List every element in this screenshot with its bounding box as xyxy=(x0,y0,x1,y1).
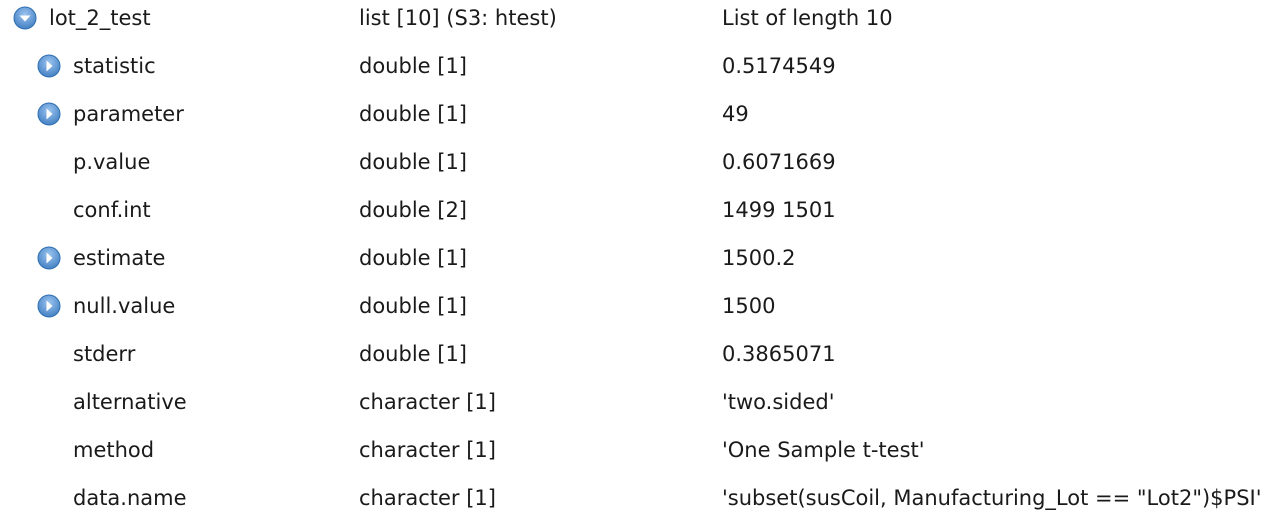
tree-row-value: 'One Sample t-test' xyxy=(722,438,925,462)
tree-row-parameter[interactable]: parameter double [1] 49 xyxy=(0,96,1272,144)
tree-row-alternative[interactable]: alternative character [1] 'two.sided' xyxy=(0,384,1272,432)
tree-row-name: method xyxy=(73,438,155,462)
tree-row-name: lot_2_test xyxy=(49,6,151,30)
tree-row-type: double [1] xyxy=(359,246,467,270)
environment-tree: lot_2_test list [10] (S3: htest) List of… xyxy=(0,0,1272,532)
tree-row-value: 1500 xyxy=(722,294,776,318)
tree-row-name: alternative xyxy=(73,390,187,414)
tree-row-name: p.value xyxy=(73,150,151,174)
tree-row-type: double [2] xyxy=(359,198,467,222)
tree-row-value: 0.3865071 xyxy=(722,342,836,366)
tree-row-type: double [1] xyxy=(359,150,467,174)
tree-row-name: stderr xyxy=(73,342,136,366)
chevron-right-circle-icon[interactable] xyxy=(37,102,61,126)
tree-row-name: statistic xyxy=(73,54,156,78)
tree-row-value: 0.5174549 xyxy=(722,54,836,78)
tree-row-value: 49 xyxy=(722,102,749,126)
tree-row-type: double [1] xyxy=(359,102,467,126)
tree-row-type: double [1] xyxy=(359,54,467,78)
tree-row-name: estimate xyxy=(73,246,166,270)
tree-row-root[interactable]: lot_2_test list [10] (S3: htest) List of… xyxy=(0,0,1272,48)
tree-row-data-name[interactable]: data.name character [1] 'subset(susCoil,… xyxy=(0,480,1272,528)
tree-row-name: data.name xyxy=(73,486,187,510)
tree-row-statistic[interactable]: statistic double [1] 0.5174549 xyxy=(0,48,1272,96)
tree-row-value: 'two.sided' xyxy=(722,390,835,414)
tree-row-name: conf.int xyxy=(73,198,151,222)
tree-row-value: 'subset(susCoil, Manufacturing_Lot == "L… xyxy=(722,486,1262,510)
chevron-right-circle-icon[interactable] xyxy=(37,54,61,78)
chevron-right-circle-icon[interactable] xyxy=(37,246,61,270)
tree-row-type: character [1] xyxy=(359,438,496,462)
chevron-down-circle-icon[interactable] xyxy=(13,6,37,30)
tree-row-value: 0.6071669 xyxy=(722,150,836,174)
tree-row-value: List of length 10 xyxy=(722,6,893,30)
tree-row-estimate[interactable]: estimate double [1] 1500.2 xyxy=(0,240,1272,288)
tree-row-value: 1499 1501 xyxy=(722,198,836,222)
tree-row-type: character [1] xyxy=(359,486,496,510)
tree-row-type: character [1] xyxy=(359,390,496,414)
tree-row-method[interactable]: method character [1] 'One Sample t-test' xyxy=(0,432,1272,480)
tree-row-stderr[interactable]: stderr double [1] 0.3865071 xyxy=(0,336,1272,384)
tree-row-null-value[interactable]: null.value double [1] 1500 xyxy=(0,288,1272,336)
tree-row-name: parameter xyxy=(73,102,184,126)
tree-row-type: double [1] xyxy=(359,342,467,366)
tree-row-type: double [1] xyxy=(359,294,467,318)
tree-row-conf-int[interactable]: conf.int double [2] 1499 1501 xyxy=(0,192,1272,240)
tree-row-value: 1500.2 xyxy=(722,246,796,270)
chevron-right-circle-icon[interactable] xyxy=(37,294,61,318)
tree-row-name: null.value xyxy=(73,294,176,318)
tree-row-p-value[interactable]: p.value double [1] 0.6071669 xyxy=(0,144,1272,192)
tree-row-type: list [10] (S3: htest) xyxy=(359,6,557,30)
